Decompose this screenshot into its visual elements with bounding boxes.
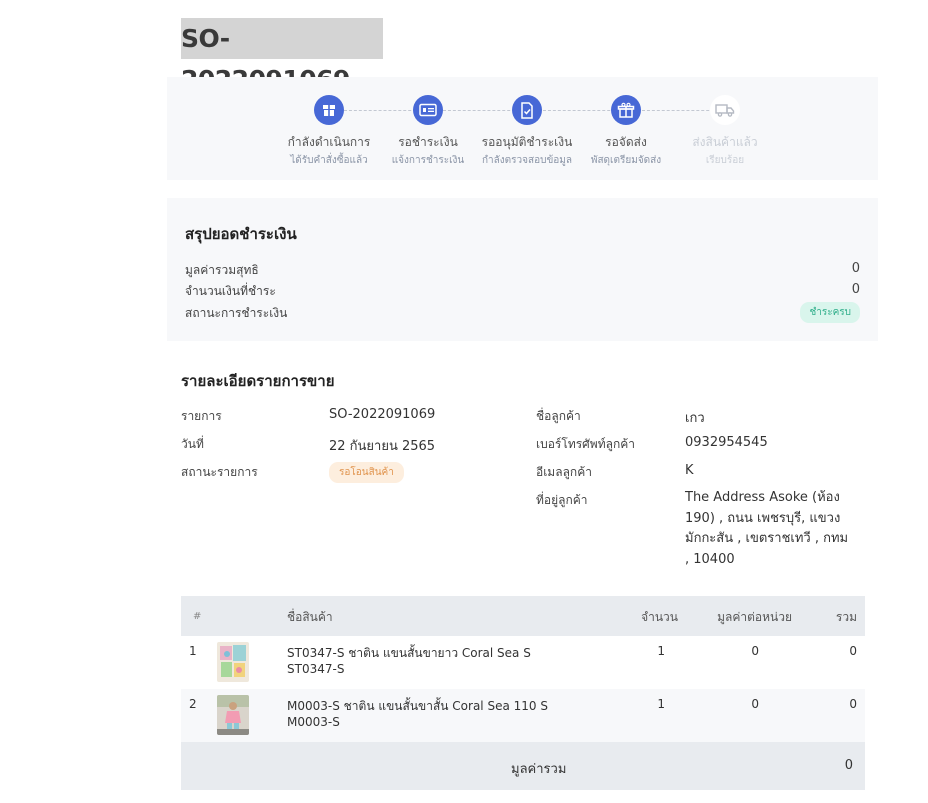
header-quantity: จำนวน (641, 610, 678, 624)
box-icon (314, 95, 344, 125)
amount-paid-label: จำนวนเงินที่ชำระ (185, 284, 276, 298)
date-value: 22 กันยายน 2565 (329, 439, 436, 454)
step-label: รอจัดส่ง (605, 135, 647, 149)
table-header: # ชื่อสินค้า จำนวน มูลค่าต่อหน่วย รวม (181, 596, 865, 636)
order-label: รายการ (181, 409, 222, 423)
items-table: # ชื่อสินค้า จำนวน มูลค่าต่อหน่วย รวม 1 … (181, 596, 865, 790)
table-row: 2 M0003-S ชาติน แขนสั้นขาสั้น Coral Sea … (181, 689, 865, 742)
customer-name-label: ชื่อลูกค้า (536, 409, 581, 423)
row-index: 2 (189, 697, 197, 711)
sale-details-title: รายละเอียดรายการขาย (181, 372, 335, 390)
net-total-label: มูลค่ารวมสุทธิ (185, 263, 259, 277)
header-unit-price: มูลค่าต่อหน่วย (717, 610, 792, 624)
step-label: กำลังดำเนินการ (287, 135, 371, 149)
customer-email-label: อีเมลลูกค้า (536, 465, 592, 479)
customer-address-label: ที่อยู่ลูกค้า (536, 493, 588, 507)
step-sublabel: พัสดุเตรียมจัดส่ง (590, 155, 662, 166)
progress-step-awaiting-approval: รออนุมัติชำระเงิน กำลังตรวจสอบข้อมูล (477, 95, 577, 168)
table-footer: มูลค่ารวม 0 (181, 742, 865, 790)
document-check-icon (512, 95, 542, 125)
customer-name-value: เกว (685, 411, 705, 426)
product-quantity: 1 (657, 644, 665, 658)
grand-total-label: มูลค่ารวม (511, 762, 567, 777)
product-total: 0 (849, 697, 857, 711)
product-name: ST0347-S ชาติน แขนสั้นขายาว Coral Sea S (287, 646, 531, 660)
product-total: 0 (849, 644, 857, 658)
product-quantity: 1 (657, 697, 665, 711)
net-total-row: มูลค่ารวมสุทธิ 0 (185, 261, 860, 280)
order-status-label: สถานะรายการ (181, 465, 258, 479)
customer-email-value: K (685, 463, 694, 478)
date-label: วันที่ (181, 437, 204, 451)
payment-summary-title: สรุปยอดชำระเงิน (185, 225, 297, 243)
payment-status-row: สถานะการชำระเงิน ชำระครบ (185, 302, 860, 323)
product-sku: ST0347-S (287, 662, 345, 676)
row-index: 1 (189, 644, 197, 658)
step-sublabel: ได้รับคำสั่งซื้อแล้ว (290, 155, 368, 166)
payment-status-badge: ชำระครบ (800, 302, 860, 323)
step-sublabel: เรียบร้อย (705, 155, 745, 166)
product-sku: M0003-S (287, 715, 340, 729)
truck-icon (710, 95, 740, 125)
grand-total-value: 0 (844, 758, 853, 773)
table-row: 1 ST0347-S ชาติน แขนสั้นขายาว Coral Sea … (181, 636, 865, 689)
progress-step-shipped: ส่งสินค้าแล้ว เรียบร้อย (675, 95, 775, 168)
package-icon (611, 95, 641, 125)
order-value: SO-2022091069 (329, 407, 436, 422)
progress-step-processing: กำลังดำเนินการ ได้รับคำสั่งซื้อแล้ว (279, 95, 379, 168)
product-unit-price: 0 (751, 644, 759, 658)
step-label: ส่งสินค้าแล้ว (692, 135, 758, 149)
order-number-title: SO-2022091069 (181, 18, 383, 94)
order-status-badge: รอโอนสินค้า (329, 462, 404, 483)
net-total-value: 0 (851, 261, 860, 276)
step-label: รอชำระเงิน (398, 135, 458, 149)
customer-address-value: The Address Asoke (ห้อง 190) , ถนน เพชรบ… (685, 490, 849, 567)
amount-paid-value: 0 (851, 282, 860, 297)
progress-step-awaiting-payment: รอชำระเงิน แจ้งการชำระเงิน (378, 95, 478, 168)
customer-phone-value: 0932954545 (685, 435, 768, 450)
order-progress-tracker: กำลังดำเนินการ ได้รับคำสั่งซื้อแล้ว รอชำ… (167, 77, 878, 180)
product-unit-price: 0 (751, 697, 759, 711)
payment-card-icon (413, 95, 443, 125)
header-product-name: ชื่อสินค้า (287, 610, 333, 624)
product-thumbnail (217, 642, 249, 682)
product-name: M0003-S ชาติน แขนสั้นขาสั้น Coral Sea 11… (287, 699, 548, 713)
payment-status-label: สถานะการชำระเงิน (185, 306, 288, 320)
progress-step-awaiting-shipment: รอจัดส่ง พัสดุเตรียมจัดส่ง (576, 95, 676, 168)
amount-paid-row: จำนวนเงินที่ชำระ 0 (185, 282, 860, 301)
header-total: รวม (835, 610, 857, 624)
product-thumbnail (217, 695, 249, 735)
payment-summary-panel: สรุปยอดชำระเงิน มูลค่ารวมสุทธิ 0 จำนวนเง… (167, 198, 878, 341)
step-label: รออนุมัติชำระเงิน (481, 135, 573, 149)
header-index: # (193, 611, 202, 622)
customer-phone-label: เบอร์โทรศัพท์ลูกค้า (536, 437, 635, 451)
step-sublabel: กำลังตรวจสอบข้อมูล (481, 155, 573, 166)
step-sublabel: แจ้งการชำระเงิน (391, 155, 465, 166)
